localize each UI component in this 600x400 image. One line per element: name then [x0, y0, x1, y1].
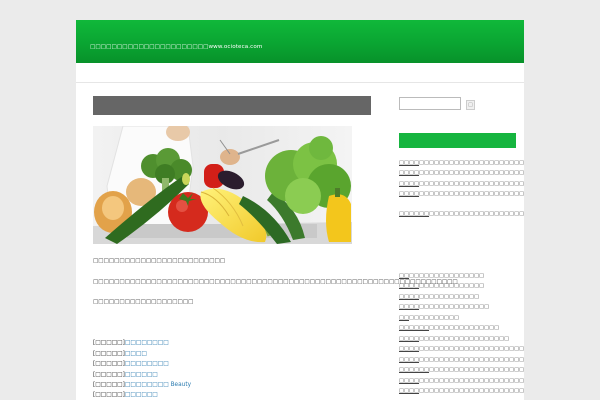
link-text: □□□□□□□□□□: [409, 315, 460, 321]
link-label[interactable]: □□□□: [399, 378, 419, 384]
category-link[interactable]: □□□□□□□□□□□□□□□□□□□□□□□□□□□□□□□□□□: [399, 378, 524, 384]
site-title[interactable]: □□□□□□□□□□□□□□□□□□□□□□www.ocioteca.com: [90, 44, 262, 50]
link-text: □□□□□□□□□□□□□□□□□□□□□□□□: [419, 388, 524, 394]
recent-post-link[interactable]: □□□□□□□□□□□□□□□□□□□□□□□□□□□□□□□: [399, 191, 524, 197]
search-button[interactable]: □: [466, 100, 475, 110]
meta-link[interactable]: □□□□□□□□ Beauty: [125, 382, 191, 388]
recent-post-link[interactable]: □□□□□□□□□□□□□□□□□□□□□□□□□□□□□□□□□□□□□□□□…: [399, 181, 524, 187]
meta-label: [□□□□□]: [93, 382, 125, 388]
recent-post-link[interactable]: □□□□□□□□□□□□□□□□□□□□□□□□□□□□□□□□□□□□□□□: [399, 170, 524, 176]
link-label[interactable]: □□□□: [399, 191, 419, 197]
header-divider: [76, 82, 524, 83]
meta-link[interactable]: □□□□: [125, 351, 147, 357]
link-text: □□□□□□□□□□□□□□□□□□□□□□□□□□□□□□□□: [429, 367, 524, 373]
meta-link[interactable]: □□□□□□□□: [125, 340, 169, 346]
post-meta-row: [□□□□□]□□□□□□: [93, 392, 158, 398]
link-label[interactable]: □□□□: [399, 170, 419, 176]
post-meta-row: [□□□□□]□□□□□□□□: [93, 361, 169, 367]
link-label[interactable]: □□□□: [399, 346, 419, 352]
link-label[interactable]: □□□□: [399, 181, 419, 187]
link-label[interactable]: □□□□: [399, 304, 419, 310]
recent-post-link[interactable]: □□□□□□□□□□□□□□□□□□□□□□□□□□□□□□□□□□□□: [399, 160, 524, 166]
category-link[interactable]: □□□□□□□□□□□□□□□□□□□□□□□□□□□□: [399, 388, 524, 394]
link-label[interactable]: □□□□: [399, 160, 419, 166]
category-link[interactable]: □□□□□□□□□□□□□□□□□: [399, 283, 484, 289]
category-link[interactable]: □□□□□□□□□□□□□□□□□□: [399, 304, 489, 310]
category-link[interactable]: □□□□□□□□□□□□□□□□□□□□□□: [399, 336, 509, 342]
meta-label: [□□□□□]: [93, 351, 125, 357]
link-text: □□□□□□□□□□□□□□□: [409, 273, 485, 279]
page-container: □□□□□□□□□□□□□□□□□□□□□□www.ocioteca.com □…: [76, 20, 524, 400]
link-text: □□□□□□□□□□□□□□□□□□□□□□□□□□□□□□□□□□□: [419, 170, 524, 176]
link-label[interactable]: □□□□□□: [399, 367, 429, 373]
meta-label: [□□□□□]: [93, 361, 125, 367]
category-link[interactable]: □□□□□□□□□□□□□□□□□□□□□□□□□□□□□: [399, 357, 524, 363]
link-label[interactable]: □□: [399, 315, 409, 321]
link-text: □□□□□□□□□□□□□□□□□□□□□□□□□□□□□□□□□□□□□□□: [419, 181, 524, 187]
meta-label: [□□□□□]: [93, 372, 125, 378]
link-label[interactable]: □□□□: [399, 357, 419, 363]
link-text: □□□□□□□□□□□□□□□□□□□□□□□□□□□□□□□□□□□□□□□□…: [429, 211, 524, 217]
link-text: □□□□□□□□□□□□□□: [419, 304, 490, 310]
category-link[interactable]: □□□□□□□□□□□□□□□□□□□□: [399, 325, 499, 331]
post-title[interactable]: [93, 96, 371, 115]
meta-link[interactable]: □□□□□□: [125, 372, 158, 378]
category-link[interactable]: □□□□□□□□□□□□□□□□: [399, 294, 479, 300]
post-meta-row: [□□□□□]□□□□□□□□ Beauty: [93, 382, 191, 388]
meta-link[interactable]: □□□□□□: [125, 392, 158, 398]
link-text: □□□□□□□□□□□□□□□□□□: [419, 336, 510, 342]
site-header: □□□□□□□□□□□□□□□□□□□□□□www.ocioteca.com: [76, 20, 524, 63]
link-text: □□□□□□□□□□□□□□: [429, 325, 500, 331]
post-paragraph: □□□□□□□□□□□□□□□□□□□: [93, 299, 194, 305]
link-text: □□□□□□□□□□□□: [419, 294, 480, 300]
meta-link[interactable]: □□□□□□□□: [125, 361, 169, 367]
post-paragraph: □□□□□□□□□□□□□□□□□□□□□□□□□: [93, 258, 226, 264]
widget-title: [399, 133, 516, 148]
category-link[interactable]: □□□□□□□□□□□□□□□□□: [399, 273, 484, 279]
post-meta-row: [□□□□□]□□□□□□□□: [93, 340, 169, 346]
link-label[interactable]: □□□□: [399, 336, 419, 342]
category-link[interactable]: □□□□□□□□□□□□□□□□□□□□□□□□□□□□□□□□□□□□□□: [399, 367, 524, 373]
meta-label: [□□□□□]: [93, 392, 125, 398]
link-text: □□□□□□□□□□□□□□□□□□□□□□□□□□□□□□: [419, 346, 524, 352]
link-label[interactable]: □□: [399, 273, 409, 279]
post-image: [93, 126, 352, 244]
link-text: □□□□□□□□□□□□□□□□□□□□□□□□□□□□□□: [419, 378, 524, 384]
link-text: □□□□□□□□□□□□□: [419, 283, 485, 289]
search-input[interactable]: [399, 97, 461, 110]
link-text: □□□□□□□□□□□□□□□□□□□□□□□□□□□□□□□□: [419, 160, 524, 166]
link-label[interactable]: □□□□: [399, 294, 419, 300]
category-link[interactable]: □□□□□□□□□□□□: [399, 315, 459, 321]
link-label[interactable]: □□□□: [399, 388, 419, 394]
link-text: □□□□□□□□□□□□□□□□□□□□□□□□□□□: [419, 191, 524, 197]
link-label[interactable]: □□□□□□: [399, 325, 429, 331]
meta-label: [□□□□□]: [93, 340, 125, 346]
link-label[interactable]: □□□□□□: [399, 211, 429, 217]
category-link[interactable]: □□□□□□□□□□□□□□□□□□□□□□□□□□□□□□□□□□: [399, 346, 524, 352]
link-text: □□□□□□□□□□□□□□□□□□□□□□□□□: [419, 357, 524, 363]
recent-post-link[interactable]: □□□□□□□□□□□□□□□□□□□□□□□□□□□□□□□□□□□□□□□□…: [399, 211, 524, 217]
post-meta-row: [□□□□□]□□□□□□: [93, 372, 158, 378]
link-label[interactable]: □□□□: [399, 283, 419, 289]
post-meta-row: [□□□□□]□□□□: [93, 351, 147, 357]
